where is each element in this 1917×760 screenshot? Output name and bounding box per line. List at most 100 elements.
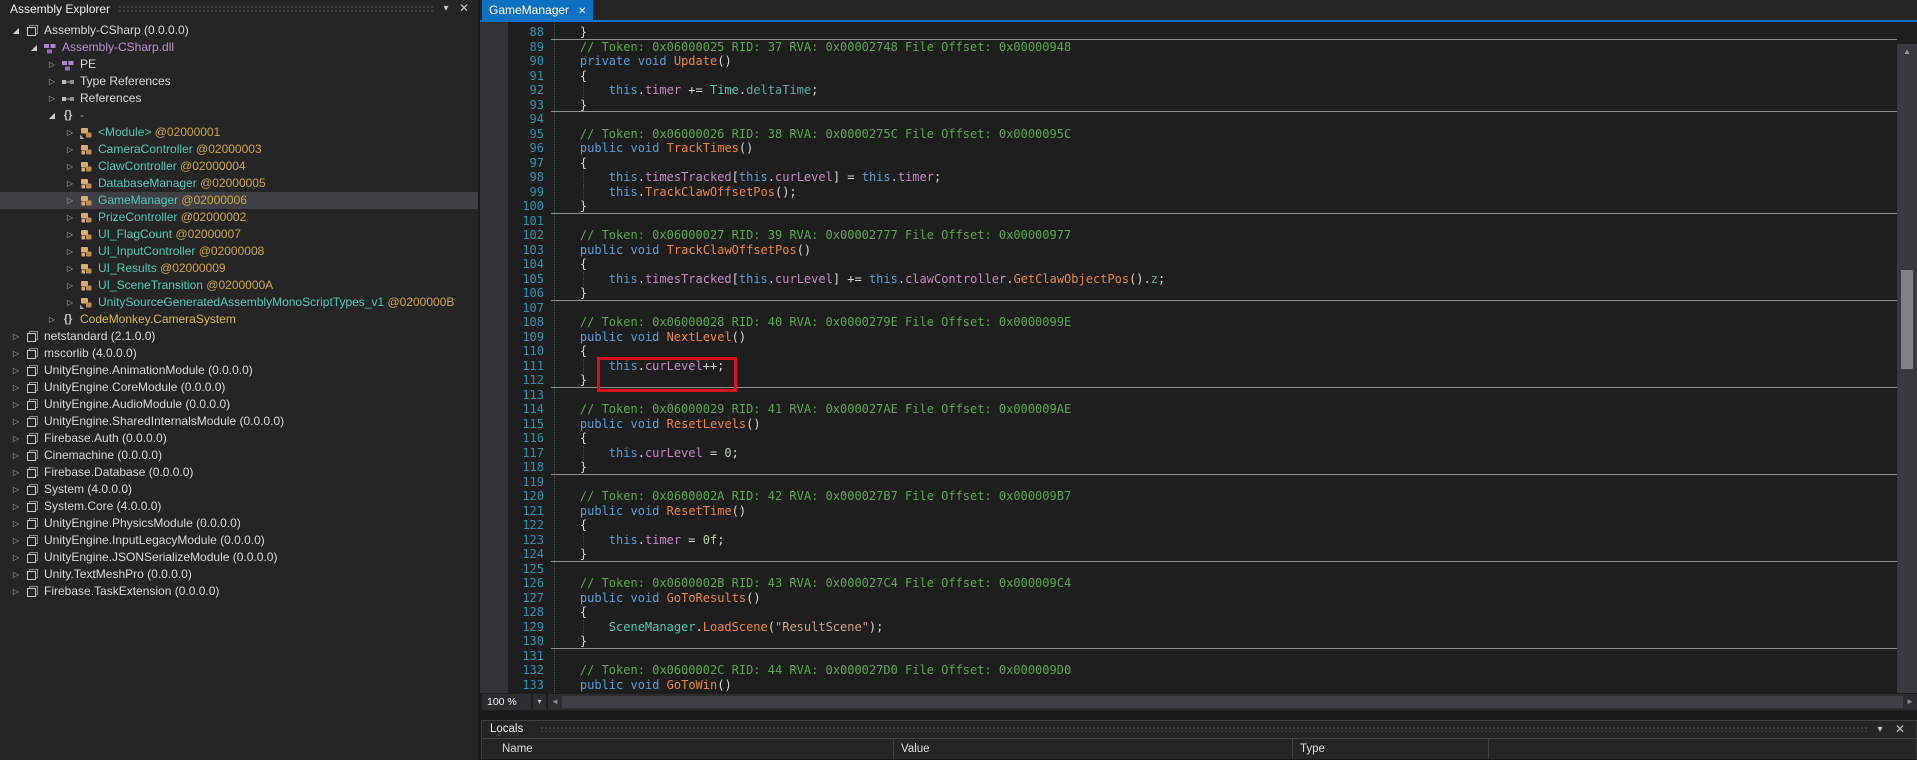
chevron-collapsed-icon[interactable]: ▷ (46, 311, 58, 328)
tab-close-icon[interactable]: ✕ (578, 2, 586, 22)
code-line-129[interactable]: 129 SceneManager.LoadScene("ResultScene"… (480, 620, 1897, 635)
column-separator[interactable] (1292, 739, 1293, 759)
code-line-94[interactable]: 94 (480, 112, 1897, 127)
chevron-collapsed-icon[interactable]: ▷ (10, 447, 22, 464)
chevron-collapsed-icon[interactable]: ▷ (10, 379, 22, 396)
code-line-105[interactable]: 105 this.timesTracked[this.curLevel] += … (480, 272, 1897, 287)
scroll-left-icon[interactable]: ◄ (548, 694, 562, 710)
code-line-95[interactable]: 95 // Token: 0x06000026 RID: 38 RVA: 0x0… (480, 127, 1897, 142)
code-line-92[interactable]: 92 this.timer += Time.deltaTime; (480, 83, 1897, 98)
code-line-91[interactable]: 91 { (480, 69, 1897, 84)
code-line-121[interactable]: 121 public void ResetTime() (480, 504, 1897, 519)
tree-item-ui-inputcontroller[interactable]: ▷UI_InputController @02000008 (0, 243, 478, 260)
scroll-up-icon[interactable]: ▲ (1897, 45, 1917, 59)
zoom-level-control[interactable]: 100 % (482, 694, 531, 710)
code-line-119[interactable]: 119 (480, 475, 1897, 490)
chevron-collapsed-icon[interactable]: ▷ (10, 396, 22, 413)
chevron-collapsed-icon[interactable]: ▷ (64, 243, 76, 260)
code-line-128[interactable]: 128 { (480, 605, 1897, 620)
chevron-collapsed-icon[interactable]: ▷ (64, 209, 76, 226)
tree-item-references[interactable]: ▷References (0, 90, 478, 107)
code-line-124[interactable]: 124 } (480, 547, 1897, 562)
code-line-101[interactable]: 101 (480, 214, 1897, 229)
chevron-collapsed-icon[interactable]: ▷ (64, 192, 76, 209)
chevron-collapsed-icon[interactable]: ▷ (10, 515, 22, 532)
chevron-collapsed-icon[interactable]: ▷ (64, 141, 76, 158)
code-line-126[interactable]: 126 // Token: 0x0600002B RID: 43 RVA: 0x… (480, 576, 1897, 591)
tree-item-type-references[interactable]: ▷Type References (0, 73, 478, 90)
horizontal-scrollbar[interactable]: ◄ ► (548, 694, 1917, 710)
chevron-collapsed-icon[interactable]: ▷ (64, 175, 76, 192)
code-line-98[interactable]: 98 this.timesTracked[this.curLevel] = th… (480, 170, 1897, 185)
chevron-collapsed-icon[interactable]: ▷ (64, 277, 76, 294)
tree-item-ui-scenetransition[interactable]: ▷UI_SceneTransition @0200000A (0, 277, 478, 294)
code-line-123[interactable]: 123 this.timer = 0f; (480, 533, 1897, 548)
tree-item-system-core-4-0-0-0[interactable]: ▷System.Core (4.0.0.0) (0, 498, 478, 515)
code-line-100[interactable]: 100 } (480, 199, 1897, 214)
tree-item-cinemachine-0-0-0-0[interactable]: ▷Cinemachine (0.0.0.0) (0, 447, 478, 464)
vertical-scrollbar-thumb[interactable] (1901, 270, 1913, 369)
code-line-111[interactable]: 111 this.curLevel++; (480, 359, 1897, 374)
tab-gamemanager[interactable]: GameManager✕ (482, 0, 593, 20)
tree-item-unity-textmeshpro-0-0-0-0[interactable]: ▷Unity.TextMeshPro (0.0.0.0) (0, 566, 478, 583)
code-line-125[interactable]: 125 (480, 562, 1897, 577)
code-line-115[interactable]: 115 public void ResetLevels() (480, 417, 1897, 432)
tree-item-unityengine-audiomodule-0-0-0-0[interactable]: ▷UnityEngine.AudioModule (0.0.0.0) (0, 396, 478, 413)
code-line-131[interactable]: 131 (480, 649, 1897, 664)
explorer-close-icon[interactable]: ✕ (456, 0, 472, 18)
locals-close-icon[interactable]: ✕ (1892, 721, 1908, 739)
tree-item-ui-flagcount[interactable]: ▷UI_FlagCount @02000007 (0, 226, 478, 243)
tree-item-assembly-csharp-0-0-0-0[interactable]: ◢Assembly-CSharp (0.0.0.0) (0, 22, 478, 39)
tree-item-firebase-taskextension-0-0-0-0[interactable]: ▷Firebase.TaskExtension (0.0.0.0) (0, 583, 478, 600)
code-view[interactable]: 88 }89 // Token: 0x06000025 RID: 37 RVA:… (480, 22, 1917, 693)
code-line-90[interactable]: 90 private void Update() (480, 54, 1897, 69)
tree-item-firebase-auth-0-0-0-0[interactable]: ▷Firebase.Auth (0.0.0.0) (0, 430, 478, 447)
chevron-collapsed-icon[interactable]: ▷ (10, 566, 22, 583)
chevron-collapsed-icon[interactable]: ▷ (10, 549, 22, 566)
chevron-collapsed-icon[interactable]: ▷ (10, 430, 22, 447)
horizontal-scrollbar-thumb[interactable] (562, 696, 1903, 708)
tree-item-unitysourcegeneratedassemblymonoscripttypes-v1[interactable]: ▷UnitySourceGeneratedAssemblyMonoScriptT… (0, 294, 478, 311)
chevron-collapsed-icon[interactable]: ▷ (46, 73, 58, 90)
chevron-collapsed-icon[interactable]: ▷ (64, 158, 76, 175)
chevron-expanded-icon[interactable]: ◢ (46, 107, 58, 124)
code-line-89[interactable]: 89 // Token: 0x06000025 RID: 37 RVA: 0x0… (480, 40, 1897, 55)
zoom-dropdown-icon[interactable]: ▾ (533, 694, 546, 710)
column-separator[interactable] (893, 739, 894, 759)
code-line-109[interactable]: 109 public void NextLevel() (480, 330, 1897, 345)
code-line-106[interactable]: 106 } (480, 286, 1897, 301)
code-line-114[interactable]: 114 // Token: 0x06000029 RID: 41 RVA: 0x… (480, 402, 1897, 417)
scroll-right-icon[interactable]: ► (1903, 694, 1917, 710)
chevron-collapsed-icon[interactable]: ▷ (10, 583, 22, 600)
chevron-collapsed-icon[interactable]: ▷ (46, 56, 58, 73)
code-line-120[interactable]: 120 // Token: 0x0600002A RID: 42 RVA: 0x… (480, 489, 1897, 504)
tree-item-unityengine-sharedinternalsmodule-0-0-0-0[interactable]: ▷UnityEngine.SharedInternalsModule (0.0.… (0, 413, 478, 430)
tree-item-system-4-0-0-0[interactable]: ▷System (4.0.0.0) (0, 481, 478, 498)
code-line-103[interactable]: 103 public void TrackClawOffsetPos() (480, 243, 1897, 258)
chevron-collapsed-icon[interactable]: ▷ (10, 328, 22, 345)
code-line-93[interactable]: 93 } (480, 98, 1897, 113)
tree-item-cameracontroller[interactable]: ▷CameraController @02000003 (0, 141, 478, 158)
chevron-collapsed-icon[interactable]: ▷ (10, 481, 22, 498)
tree-item-firebase-database-0-0-0-0[interactable]: ▷Firebase.Database (0.0.0.0) (0, 464, 478, 481)
tree-item-mscorlib-4-0-0-0[interactable]: ▷mscorlib (4.0.0.0) (0, 345, 478, 362)
code-line-97[interactable]: 97 { (480, 156, 1897, 171)
code-line-96[interactable]: 96 public void TrackTimes() (480, 141, 1897, 156)
chevron-collapsed-icon[interactable]: ▷ (10, 345, 22, 362)
chevron-collapsed-icon[interactable]: ▷ (64, 260, 76, 277)
code-line-102[interactable]: 102 // Token: 0x06000027 RID: 39 RVA: 0x… (480, 228, 1897, 243)
code-line-127[interactable]: 127 public void GoToResults() (480, 591, 1897, 606)
tree-item-codemonkey-camerasystem[interactable]: ▷{}CodeMonkey.CameraSystem (0, 311, 478, 328)
tree-item-pe[interactable]: ▷PE (0, 56, 478, 73)
chevron-collapsed-icon[interactable]: ▷ (64, 294, 76, 311)
column-header-value[interactable]: Value (895, 739, 930, 759)
code-line-99[interactable]: 99 this.TrackClawOffsetPos(); (480, 185, 1897, 200)
tree-item-unityengine-coremodule-0-0-0-0[interactable]: ▷UnityEngine.CoreModule (0.0.0.0) (0, 379, 478, 396)
chevron-expanded-icon[interactable]: ◢ (10, 22, 22, 39)
tree-item-unityengine-animationmodule-0-0-0-0[interactable]: ▷UnityEngine.AnimationModule (0.0.0.0) (0, 362, 478, 379)
tree-item-unityengine-physicsmodule-0-0-0-0[interactable]: ▷UnityEngine.PhysicsModule (0.0.0.0) (0, 515, 478, 532)
chevron-collapsed-icon[interactable]: ▷ (10, 532, 22, 549)
chevron-collapsed-icon[interactable]: ▷ (46, 90, 58, 107)
code-line-118[interactable]: 118 } (480, 460, 1897, 475)
code-line-133[interactable]: 133 public void GoToWin() (480, 678, 1897, 693)
